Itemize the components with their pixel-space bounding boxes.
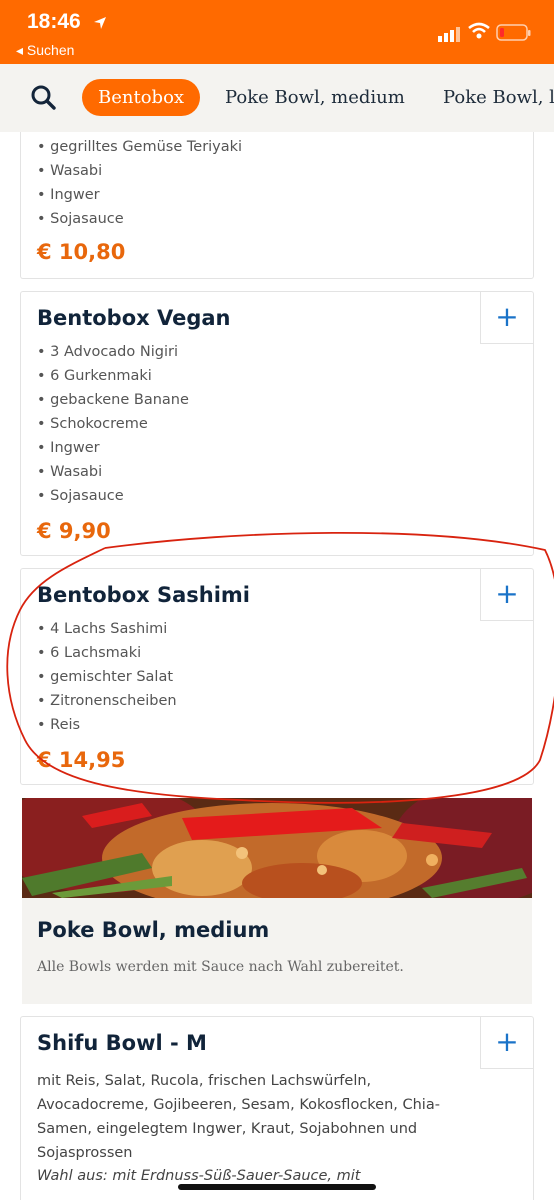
list-item: • gemischter Salat [37,669,174,685]
add-to-cart-button[interactable]: + [480,1017,533,1069]
tab-bentobox[interactable]: Bentobox [82,79,201,116]
list-item: • 3 Advocado Nigiri [37,344,178,360]
home-indicator [178,1184,376,1190]
product-card-partial: • gegrilltes Gemüse Teriyaki • Wasabi • … [20,120,534,279]
add-to-cart-button[interactable]: + [480,292,533,344]
category-food-photo [22,798,532,898]
category-section-header: Poke Bowl, medium Alle Bowls werden mit … [22,898,532,1004]
product-price: € 9,90 [37,519,111,543]
list-item: • Ingwer [37,187,100,203]
list-item: • Wasabi [37,163,103,179]
list-item: • 6 Lachsmaki [37,645,142,661]
product-card-bentobox-sashimi[interactable]: Bentobox Sashimi + • 4 Lachs Sashimi • 6… [20,568,534,785]
product-description: mit Reis, Salat, Rucola, frischen Lachsw… [37,1073,440,1161]
list-item: • Wasabi [37,464,103,480]
product-price: € 14,95 [37,748,126,772]
product-card-shifu-bowl[interactable]: Shifu Bowl - M + mit Reis, Salat, Rucola… [20,1016,534,1200]
list-item: • Sojasauce [37,211,124,227]
list-item: • gebackene Banane [37,392,189,408]
list-item: • 4 Lachs Sashimi [37,621,168,637]
product-items-list: • 4 Lachs Sashimi • 6 Lachsmaki • gemisc… [37,617,177,737]
section-title: Poke Bowl, medium [37,918,270,942]
signal-icon [438,27,460,42]
wifi-icon [468,22,490,39]
status-bar: 18:46 ◂ Suchen [0,0,554,64]
product-title: Shifu Bowl - M [37,1031,207,1055]
product-items-list: • 3 Advocado Nigiri • 6 Gurkenmaki • geb… [37,340,189,508]
list-item: • gegrilltes Gemüse Teriyaki [37,139,243,155]
status-time: 18:46 [27,10,81,33]
product-title: Bentobox Vegan [37,306,231,330]
battery-icon [496,24,531,41]
poke-bowl-image [22,798,532,898]
product-title: Bentobox Sashimi [37,583,251,607]
back-to-search-link[interactable]: ◂ Suchen [16,42,74,59]
search-icon[interactable] [30,84,56,110]
product-items-list: • gegrilltes Gemüse Teriyaki • Wasabi • … [37,135,242,231]
list-item: • Ingwer [37,440,100,456]
list-item: • Sojasauce [37,488,124,504]
list-item: • Zitronenscheiben [37,693,177,709]
tab-poke-bowl-large[interactable]: Poke Bowl, la [443,79,554,116]
category-tab-bar-overlay: Bentobox Poke Bowl, medium Poke Bowl, la [0,64,554,132]
product-price: € 10,80 [37,240,126,264]
section-description: Alle Bowls werden mit Sauce nach Wahl zu… [37,959,404,975]
tab-poke-bowl-medium[interactable]: Poke Bowl, medium [225,79,405,116]
add-to-cart-button[interactable]: + [480,569,533,621]
product-card-bentobox-vegan[interactable]: Bentobox Vegan + • 3 Advocado Nigiri • 6… [20,291,534,556]
list-item: • 6 Gurkenmaki [37,368,152,384]
list-item: • Reis [37,717,81,733]
location-arrow-icon [94,17,106,29]
list-item: • Schokocreme [37,416,148,432]
